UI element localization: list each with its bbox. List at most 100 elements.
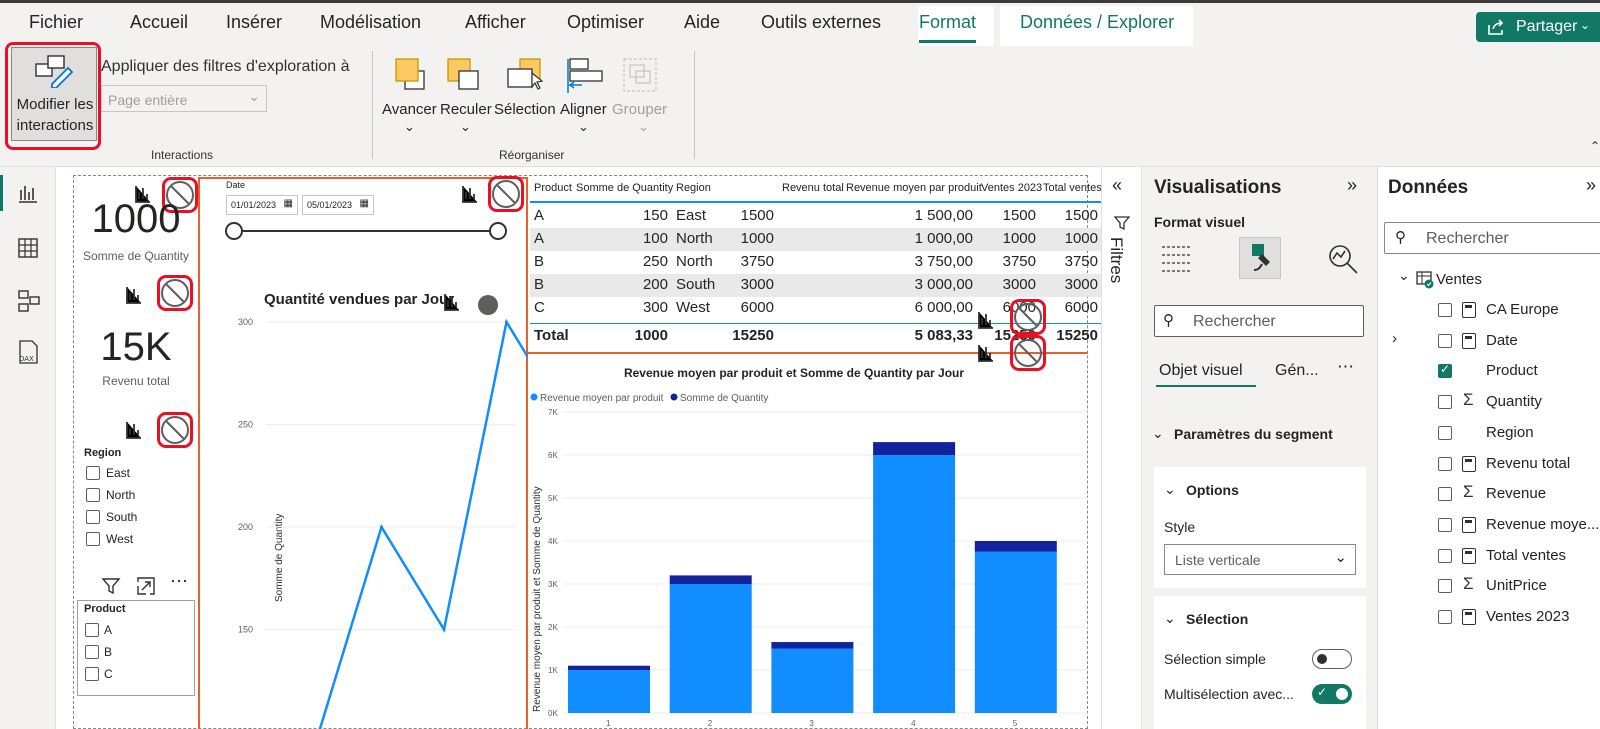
table-header[interactable]: Ventes 2023 [981, 182, 1042, 194]
filter-visual-icon[interactable] [442, 292, 462, 312]
date-range-end-handle[interactable] [489, 222, 507, 240]
analytics-icon[interactable] [1327, 243, 1359, 275]
filter-visual-icon[interactable] [124, 420, 144, 440]
chevron-down-icon[interactable]: ⌄ [1164, 481, 1176, 498]
field-item[interactable]: Σ Quantity [1378, 387, 1600, 417]
tab-objet-visuel[interactable]: Objet visuel [1159, 362, 1243, 380]
field-checkbox[interactable] [1438, 487, 1452, 502]
bar-revenue[interactable] [771, 648, 854, 714]
no-impact-icon[interactable] [1014, 339, 1042, 367]
field-item[interactable]: CA Europe [1378, 295, 1600, 325]
field-item[interactable]: Revenu total [1378, 449, 1600, 479]
menu-aide[interactable]: Aide [684, 12, 720, 33]
single-select-toggle[interactable] [1312, 649, 1352, 669]
field-checkbox[interactable] [1438, 579, 1452, 594]
report-view-icon[interactable] [17, 182, 39, 204]
focus-mode-icon[interactable] [136, 576, 156, 596]
collapse-ribbon-icon[interactable]: ⌃ [1590, 139, 1600, 153]
align-button[interactable]: Aligner ⌄ [560, 55, 612, 143]
filter-visual-icon[interactable] [124, 285, 144, 305]
field-checkbox[interactable] [1438, 517, 1452, 532]
date-range-start-handle[interactable] [225, 222, 243, 240]
field-checkbox[interactable] [1438, 425, 1452, 440]
line-series[interactable] [318, 318, 528, 729]
style-dropdown[interactable]: Liste verticale ⌄ [1164, 544, 1356, 575]
bar-revenue[interactable] [568, 670, 650, 713]
group-button[interactable]: Grouper ⌄ [612, 55, 674, 143]
filter-icon[interactable] [101, 576, 121, 596]
product-checkbox[interactable] [85, 645, 99, 659]
menu-afficher[interactable]: Afficher [465, 12, 526, 33]
format-visual-tab[interactable] [1239, 237, 1281, 279]
table-header[interactable]: Product [534, 182, 572, 194]
table-header[interactable]: Total ventes [1043, 182, 1102, 194]
field-item[interactable]: Total ventes [1378, 541, 1600, 571]
field-checkbox[interactable] [1438, 333, 1452, 348]
collapse-icon[interactable]: » [1586, 175, 1596, 196]
chevron-down-icon[interactable]: ⌄ [1152, 425, 1164, 442]
date-end-input[interactable]: 05/01/2023 ▦ [302, 195, 374, 215]
table-name[interactable]: Ventes [1436, 271, 1482, 288]
field-checkbox[interactable] [1438, 456, 1452, 471]
field-item[interactable]: Σ Revenue [1378, 479, 1600, 509]
region-checkbox[interactable] [86, 510, 100, 524]
bar-quantity[interactable] [771, 642, 854, 649]
field-item[interactable]: › Date [1378, 326, 1600, 356]
selection-label[interactable]: Sélection [1186, 611, 1248, 627]
line-point[interactable] [380, 525, 383, 529]
field-checkbox[interactable] [1438, 395, 1452, 410]
table-view-icon[interactable] [17, 237, 39, 259]
modify-interactions-button[interactable]: Modifier les interactions [11, 47, 97, 141]
region-checkbox[interactable] [86, 488, 100, 502]
menu-optimiser[interactable]: Optimiser [567, 12, 644, 33]
bar-revenue[interactable] [974, 551, 1057, 713]
apply-filters-dropdown[interactable]: Page entière ⌄ [101, 85, 267, 112]
region-checkbox[interactable] [86, 532, 100, 546]
tab-general[interactable]: Gén... [1275, 362, 1319, 380]
menu-modelisation[interactable]: Modélisation [320, 12, 421, 33]
field-checkbox[interactable] [1438, 548, 1452, 563]
collapse-icon[interactable]: » [1347, 175, 1357, 196]
chevron-down-icon[interactable]: ⌄ [1164, 610, 1176, 627]
menu-inserer[interactable]: Insérer [226, 12, 282, 33]
field-checkbox[interactable] [1438, 303, 1452, 317]
product-checkbox[interactable] [85, 623, 99, 637]
bar-revenue[interactable] [873, 455, 956, 713]
bar-quantity[interactable] [669, 575, 752, 584]
chevron-down-icon[interactable]: ⌄ [1398, 267, 1410, 284]
more-options-icon[interactable]: ⋯ [1337, 357, 1354, 377]
field-item[interactable]: Σ UnitPrice [1378, 571, 1600, 601]
line-point[interactable] [442, 628, 446, 631]
product-slicer[interactable]: Product A B C [77, 600, 195, 696]
legend-label[interactable]: Revenue moyen par produit [540, 393, 664, 404]
bar-quantity[interactable] [568, 665, 650, 670]
bar-quantity[interactable] [974, 541, 1057, 552]
multi-select-toggle[interactable]: ✓ [1312, 684, 1352, 704]
table-header[interactable]: Somme de Quantity [576, 182, 673, 194]
table-header[interactable]: Revenue moyen par produit [846, 182, 982, 194]
options-label[interactable]: Options [1186, 482, 1239, 498]
region-checkbox[interactable] [86, 466, 100, 480]
filter-visual-icon[interactable] [976, 343, 996, 363]
build-visual-icon[interactable] [1160, 243, 1192, 273]
menu-accueil[interactable]: Accueil [130, 12, 188, 33]
filters-pane-collapsed[interactable]: « Filtres [1101, 167, 1141, 729]
dax-query-icon[interactable]: DAX [15, 339, 41, 365]
bar-quantity[interactable] [873, 442, 956, 455]
legend-label[interactable]: Somme de Quantity [680, 393, 768, 404]
filter-visual-icon[interactable] [460, 184, 480, 204]
no-impact-icon[interactable] [1014, 303, 1042, 331]
send-backward-button[interactable]: Reculer ⌄ [440, 55, 492, 143]
line-point[interactable] [505, 320, 508, 324]
filter-visual-icon[interactable] [976, 310, 996, 330]
menu-donnees-explorer[interactable]: Données / Explorer [1020, 12, 1174, 33]
field-item[interactable]: Ventes 2023 [1378, 602, 1600, 632]
field-checkbox[interactable] [1438, 610, 1452, 624]
menu-outils-externes[interactable]: Outils externes [761, 12, 881, 33]
table-header[interactable]: Revenu total [782, 182, 844, 194]
more-options-icon[interactable]: ⋯ [170, 571, 188, 592]
viz-search-input[interactable]: ⚲ Rechercher [1154, 305, 1364, 337]
chevron-right-icon[interactable]: › [1392, 330, 1397, 347]
bar-revenue[interactable] [669, 584, 752, 713]
field-checkbox[interactable]: ✓ [1438, 362, 1452, 379]
